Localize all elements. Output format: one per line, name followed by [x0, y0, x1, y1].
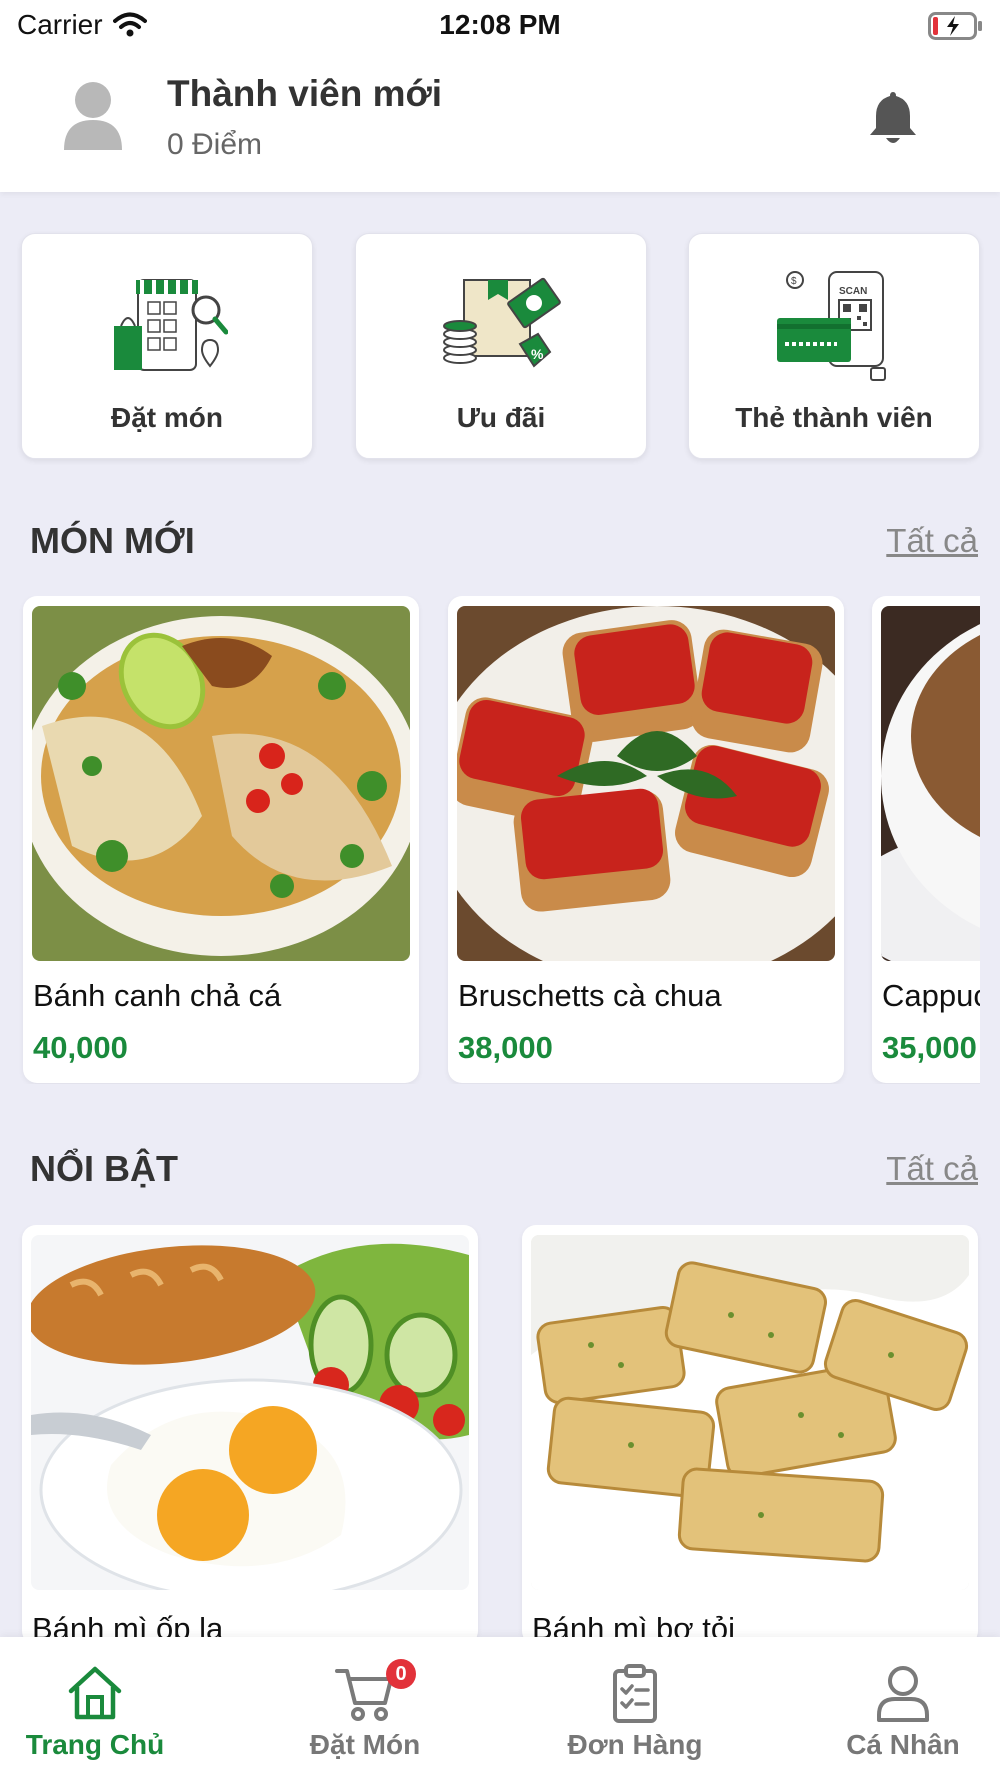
deals-action-card[interactable]: % Ưu đãi: [355, 233, 647, 459]
product-name: Bánh mì ốp la: [32, 1611, 224, 1640]
tab-profile-label: Cá Nhân: [846, 1729, 960, 1760]
member-card-icon: SCAN $: [777, 271, 886, 381]
product-card[interactable]: Bánh canh chả cá 40,000: [23, 596, 419, 1083]
user-icon: [877, 1666, 929, 1722]
notification-bell-icon[interactable]: [866, 88, 920, 146]
deals-action-label: Ưu đãi: [456, 402, 546, 433]
app-header: Carrier 12:08 PM Thành viên mới 0 Điểm: [0, 0, 1000, 192]
product-image: [881, 606, 980, 961]
product-card[interactable]: Bruschetts cà chua 38,000: [448, 596, 844, 1083]
deal-icon: %: [443, 277, 561, 368]
new-items-title: MÓN MỚI: [30, 520, 195, 561]
tab-home[interactable]: Trang Chủ: [0, 1637, 220, 1778]
member-card-action-label: Thẻ thành viên: [735, 402, 933, 433]
featured-see-all-link[interactable]: Tất cả: [886, 1150, 978, 1188]
product-card[interactable]: Cappuccino 35,000: [872, 596, 980, 1083]
order-action-label: Đặt món: [111, 402, 223, 433]
quick-actions: Đặt món % Ưu đãi SCAN $ Thẻ thành viên: [0, 233, 1000, 461]
featured-list: Bánh mì ốp la Bánh mì bơ tỏi: [0, 1225, 1000, 1640]
tab-order[interactable]: 0 Đặt Món: [240, 1637, 490, 1778]
shop-icon: [114, 279, 228, 371]
product-price: 35,000: [882, 1030, 977, 1065]
product-image: [32, 606, 410, 961]
status-bar: Carrier 12:08 PM: [0, 0, 1000, 52]
tab-profile[interactable]: Cá Nhân: [778, 1637, 1000, 1778]
product-name: Bánh mì bơ tỏi: [532, 1611, 735, 1640]
tab-orders-label: Đơn Hàng: [567, 1729, 703, 1760]
product-card[interactable]: Bánh mì bơ tỏi: [522, 1225, 978, 1640]
avatar-icon[interactable]: [60, 80, 126, 150]
product-image: [457, 606, 835, 961]
new-items-see-all-link[interactable]: Tất cả: [886, 522, 978, 560]
tab-orders[interactable]: Đơn Hàng: [510, 1637, 760, 1778]
home-icon: [68, 1666, 122, 1720]
product-price: 38,000: [458, 1030, 553, 1065]
svg-text:%: %: [531, 346, 544, 362]
tab-order-label: Đặt Món: [309, 1729, 421, 1760]
order-action-card[interactable]: Đặt món: [21, 233, 313, 459]
status-time: 12:08 PM: [439, 9, 561, 40]
bottom-tab-bar: Trang Chủ 0 Đặt Món Đơn Hàng Cá Nhân: [0, 1637, 1000, 1778]
featured-title: NỔI BẬT: [30, 1148, 178, 1189]
product-name: Bruschetts cà chua: [458, 978, 722, 1013]
product-card[interactable]: Bánh mì ốp la: [22, 1225, 478, 1640]
new-items-list: Bánh canh chả cá 40,000 Bruschetts cà ch…: [0, 596, 980, 1084]
cart-count-badge: 0: [386, 1659, 416, 1689]
product-price: 40,000: [33, 1030, 128, 1065]
svg-text:SCAN: SCAN: [839, 286, 867, 297]
product-image: [531, 1235, 969, 1590]
member-name: Thành viên mới: [167, 73, 443, 114]
battery-icon: [928, 12, 982, 40]
clipboard-icon: [613, 1664, 657, 1723]
member-card-action-card[interactable]: SCAN $ Thẻ thành viên: [688, 233, 980, 459]
product-image: [31, 1235, 469, 1590]
member-points: 0 Điểm: [167, 128, 263, 161]
product-name: Cappuccino: [882, 978, 980, 1013]
tab-home-label: Trang Chủ: [25, 1729, 165, 1760]
svg-text:$: $: [791, 276, 797, 287]
product-name: Bánh canh chả cá: [33, 978, 282, 1013]
